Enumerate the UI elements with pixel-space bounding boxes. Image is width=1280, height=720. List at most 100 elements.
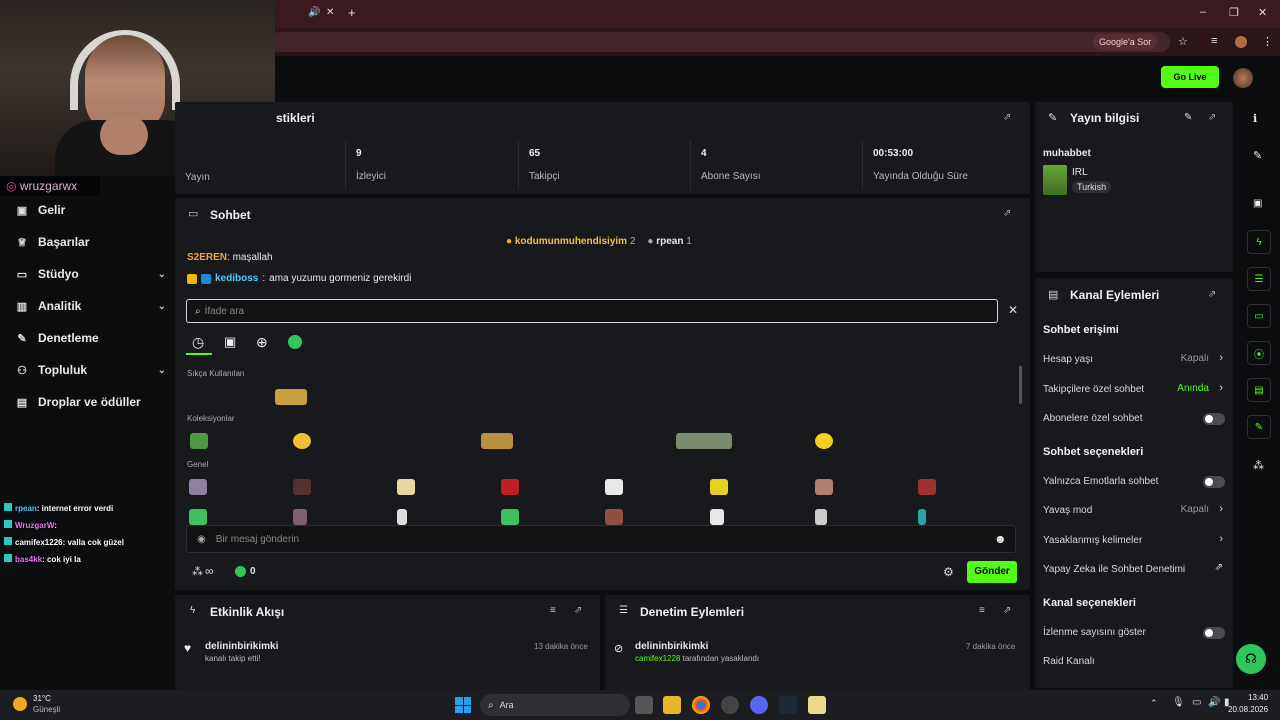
emote-button[interactable]: [190, 433, 208, 449]
chat-popout-icon[interactable]: ⇗: [1003, 208, 1011, 219]
chat-icon[interactable]: ▭: [1247, 304, 1271, 328]
emoji-picker-icon[interactable]: ☻: [994, 532, 1007, 546]
quick-action-icon[interactable]: ϟ: [1247, 230, 1271, 254]
network-icon[interactable]: ▭: [1192, 697, 1201, 708]
task-view-icon[interactable]: [635, 696, 653, 714]
gear-icon[interactable]: ⚙: [943, 565, 954, 579]
emote-button[interactable]: [189, 479, 207, 495]
emote-button[interactable]: [501, 479, 519, 495]
volume-icon[interactable]: 🔊: [1208, 697, 1220, 708]
info-icon[interactable]: ℹ: [1253, 112, 1257, 125]
emote-button[interactable]: [676, 433, 732, 449]
clock-date[interactable]: 20.08.2026: [1228, 705, 1268, 714]
setting-row[interactable]: İzlenme sayısını göster: [1043, 626, 1225, 640]
go-live-button[interactable]: Go Live: [1161, 66, 1219, 88]
list-icon[interactable]: ☰: [1247, 267, 1271, 291]
weather-sun-icon[interactable]: [13, 697, 27, 711]
setting-row[interactable]: Yalnızca Emotlarla sohbet: [1043, 475, 1225, 489]
emote-button[interactable]: [189, 509, 207, 525]
minimize-button[interactable]: ‒: [1200, 6, 1206, 18]
avatar[interactable]: [1233, 68, 1253, 88]
new-tab-button[interactable]: +: [348, 5, 356, 20]
emote-scrollbar[interactable]: [1019, 366, 1022, 404]
emote-button[interactable]: [815, 433, 833, 449]
recent-emotes-tab-icon[interactable]: ◷: [192, 334, 204, 351]
tab-mute-icon[interactable]: 🔊: [308, 7, 320, 18]
emote-button[interactable]: [918, 479, 936, 495]
share-icon[interactable]: ⁂: [1253, 459, 1264, 472]
chrome-icon[interactable]: [692, 696, 710, 714]
emote-button[interactable]: [293, 479, 311, 495]
layout-icon[interactable]: ▤: [1247, 378, 1271, 402]
emote-button[interactable]: [605, 509, 623, 525]
message-input[interactable]: ◉ Bir mesaj gönderin: [186, 525, 1016, 553]
toggle-switch[interactable]: [1203, 413, 1225, 425]
support-icon[interactable]: ☊: [1236, 644, 1266, 674]
profile-icon[interactable]: [1235, 36, 1247, 48]
discord-icon[interactable]: [750, 696, 768, 714]
toggle-switch[interactable]: [1203, 626, 1225, 639]
global-emotes-tab-icon[interactable]: ⊕: [256, 334, 268, 351]
sidebar-item[interactable]: ▤ Droplar ve ödüller: [16, 392, 166, 412]
sidebar-item[interactable]: ▥ Analitik ⌄: [16, 296, 166, 316]
activity-popout-icon[interactable]: ⇗: [574, 605, 582, 616]
maximize-button[interactable]: ❐: [1229, 6, 1239, 19]
steam-icon[interactable]: [779, 696, 797, 714]
toggle-switch[interactable]: [1203, 475, 1225, 488]
emote-button[interactable]: [710, 479, 728, 495]
filter-icon[interactable]: ≡: [550, 605, 556, 616]
browser-menu-icon[interactable]: ⋮: [1262, 35, 1273, 48]
setting-row[interactable]: Yapay Zeka ile Sohbet Denetimi ⇗: [1043, 562, 1225, 577]
emote-button[interactable]: [710, 509, 724, 525]
popout-icon[interactable]: ⇗: [1003, 112, 1011, 123]
bookmark-star-icon[interactable]: ☆: [1178, 35, 1188, 48]
microphone-icon[interactable]: 🎙: [1172, 697, 1185, 708]
sidebar-item[interactable]: ⚇ Topluluk ⌄: [16, 360, 166, 380]
category-name[interactable]: IRL: [1072, 167, 1088, 178]
kick-emotes-tab-icon[interactable]: [288, 335, 302, 349]
mod-action-user[interactable]: delininbirikimki: [635, 641, 708, 652]
file-explorer-icon[interactable]: [663, 696, 681, 714]
category-thumbnail[interactable]: [1043, 165, 1067, 195]
send-button[interactable]: Gönder: [967, 561, 1017, 583]
edit-icon[interactable]: ✎: [1184, 112, 1192, 123]
stream-info-popout-icon[interactable]: ⇗: [1208, 112, 1216, 123]
mod-action-actor[interactable]: camifex1228: [635, 654, 680, 663]
chevron-down-icon[interactable]: ⌄: [158, 365, 166, 376]
chat-username[interactable]: kediboss: [215, 273, 258, 284]
setting-row[interactable]: Hesap yaşı Kapalı ›: [1043, 352, 1225, 367]
emote-button[interactable]: [918, 509, 926, 525]
url-field[interactable]: [270, 32, 1170, 52]
start-button[interactable]: [455, 697, 471, 713]
setting-row[interactable]: Raid Kanalı: [1043, 655, 1225, 669]
channel-emotes-tab-icon[interactable]: ▣: [224, 334, 236, 350]
reading-list-icon[interactable]: ≡: [1211, 35, 1217, 47]
sidebar-item[interactable]: ♕ Başarılar: [16, 232, 166, 252]
emote-button[interactable]: [815, 479, 833, 495]
chat-username[interactable]: S2EREN: [187, 252, 227, 263]
emote-button[interactable]: [397, 479, 415, 495]
broadcast-icon[interactable]: ⦿: [1247, 341, 1271, 365]
emote-button[interactable]: [275, 389, 307, 405]
mod-actions-popout-icon[interactable]: ⇗: [1003, 605, 1011, 616]
emote-search-field[interactable]: ⌕ İfade ara: [186, 299, 998, 323]
emote-button[interactable]: [605, 479, 623, 495]
chevron-down-icon[interactable]: ⌄: [158, 301, 166, 312]
pencil-icon[interactable]: ✎: [1253, 149, 1262, 162]
tab-close-icon[interactable]: ✕: [326, 7, 334, 18]
clock-time[interactable]: 13:40: [1248, 693, 1268, 702]
channel-actions-popout-icon[interactable]: ⇗: [1208, 289, 1216, 300]
tray-chevron-icon[interactable]: ⌃: [1150, 698, 1158, 709]
filter-icon[interactable]: ≡: [979, 605, 985, 616]
video-icon[interactable]: ▣: [1253, 198, 1262, 209]
setting-row[interactable]: Yavaş mod Kapalı ›: [1043, 503, 1225, 518]
taskbar-search[interactable]: ⌕ Ara: [480, 694, 630, 716]
chevron-down-icon[interactable]: ⌄: [158, 269, 166, 280]
setting-row[interactable]: Yasaklanmış kelimeler ›: [1043, 533, 1225, 548]
emote-button[interactable]: [397, 509, 407, 525]
setting-row[interactable]: Takipçilere özel sohbet Anında ›: [1043, 382, 1225, 397]
sidebar-item[interactable]: ✎ Denetleme: [16, 328, 166, 348]
activity-user[interactable]: delininbirikimki: [205, 641, 278, 652]
emote-button[interactable]: [501, 509, 519, 525]
points-icon[interactable]: [235, 566, 246, 577]
